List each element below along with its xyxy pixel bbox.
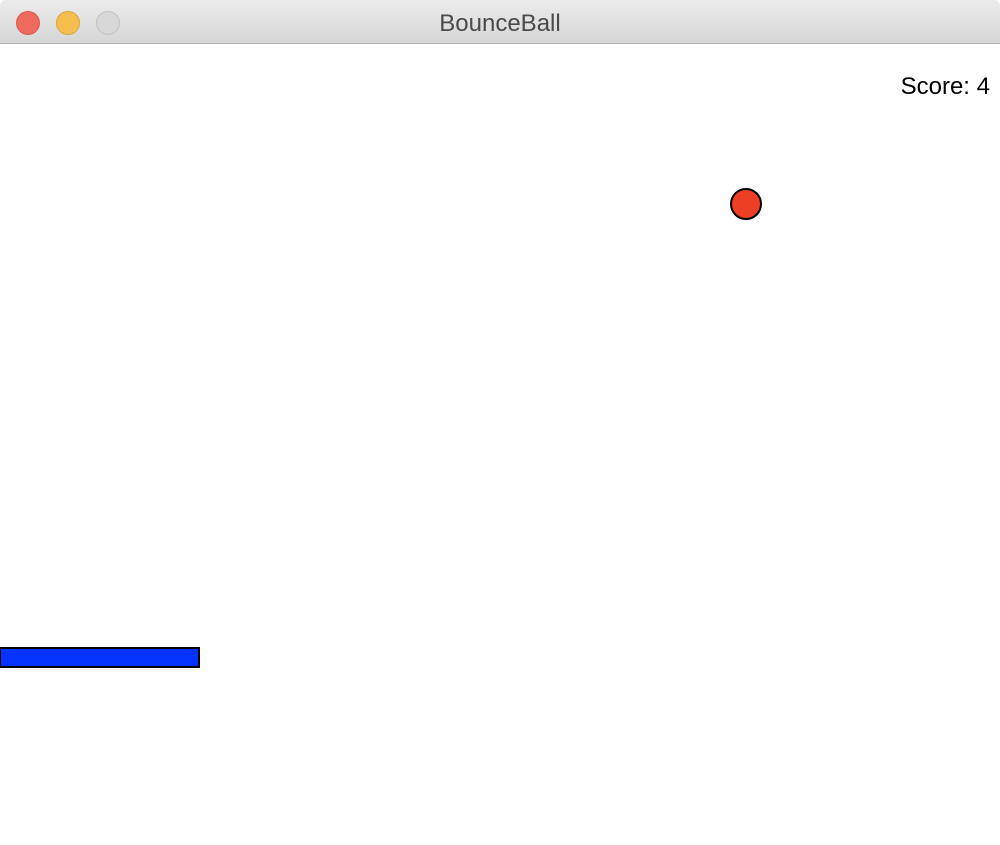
game-canvas[interactable]: Score: 4	[0, 45, 1000, 845]
ball	[730, 188, 762, 220]
paddle[interactable]	[0, 647, 200, 668]
score-label: Score: 4	[900, 73, 990, 100]
game-window: BounceBall Score: 4	[0, 0, 1000, 845]
window-title: BounceBall	[439, 10, 561, 37]
title-bar: BounceBall	[0, 0, 1000, 44]
